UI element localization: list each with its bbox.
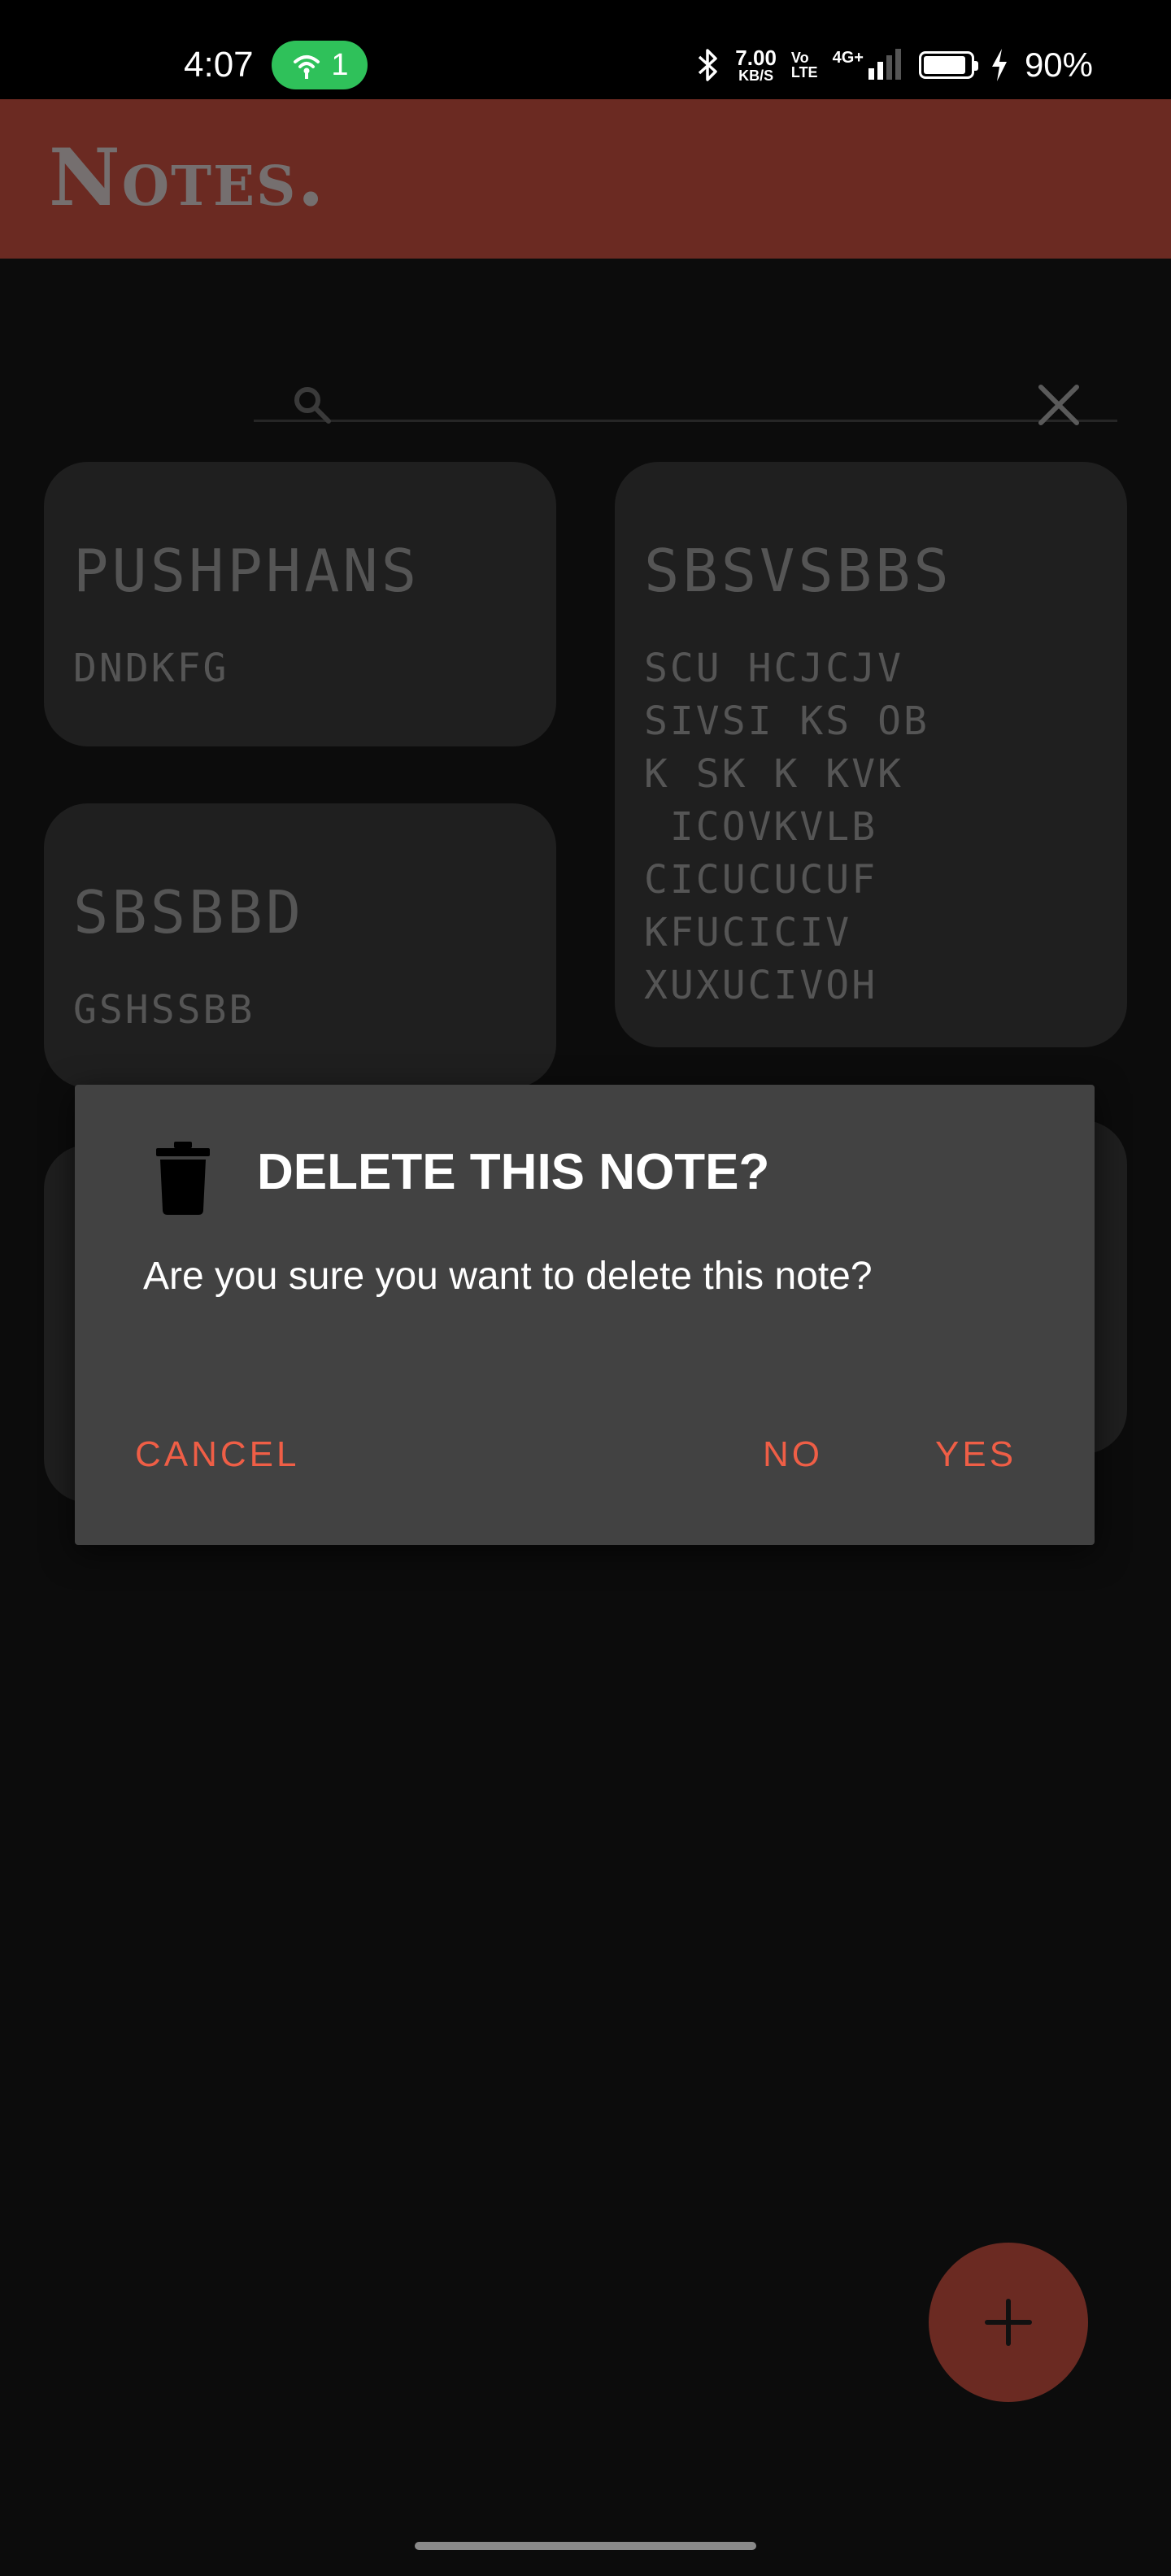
battery-icon — [918, 51, 978, 79]
net-speed: 7.00 KB/S — [735, 47, 777, 83]
home-indicator[interactable] — [415, 2542, 756, 2550]
note-body: SCU HCJCJV SIVSI KS OB K SK K KVK ICOVKV… — [644, 646, 929, 1008]
no-button[interactable]: NO — [763, 1434, 823, 1475]
delete-note-dialog: DELETE THIS NOTE? Are you sure you want … — [75, 1085, 1095, 1545]
note-card[interactable]: SBSBBD GSHSSBB — [44, 803, 556, 1088]
status-time: 4:07 — [184, 45, 254, 85]
search-icon — [294, 387, 331, 424]
dialog-message: Are you sure you want to delete this not… — [143, 1255, 873, 1298]
note-title: PUSHPHANS — [73, 537, 420, 605]
status-icons: 7.00 KB/S Vo LTE 4G+ 90% — [696, 42, 1093, 88]
net-speed-value: 7.00 — [735, 46, 777, 70]
hotspot-indicator[interactable]: 1 — [272, 41, 368, 89]
hotspot-icon — [294, 55, 320, 79]
volte-indicator: Vo LTE — [791, 50, 818, 80]
cancel-button[interactable]: CANCEL — [135, 1434, 300, 1475]
bluetooth-icon — [699, 49, 718, 81]
volte-bottom: LTE — [790, 64, 818, 80]
network-type: 4G+ — [833, 49, 904, 81]
add-note-button[interactable] — [929, 2243, 1088, 2402]
note-body: DNDKFG — [73, 646, 229, 691]
search-input[interactable] — [351, 389, 1005, 439]
volte-top: Vo — [790, 50, 809, 66]
plus-icon — [985, 2299, 1032, 2346]
status-bar: 4:07 1 7.00 KB/S Vo LTE 4G+ 90% — [0, 0, 1171, 99]
hotspot-count: 1 — [331, 47, 349, 82]
note-card[interactable]: SBSVSBBS SCU HCJCJV SIVSI KS OB K SK K K… — [615, 462, 1127, 1047]
battery-percent: 90% — [1024, 46, 1093, 84]
note-title: SBSBBD — [73, 878, 305, 946]
search-bar — [254, 311, 1117, 439]
network-type-label: 4G+ — [832, 49, 864, 67]
yes-button[interactable]: YES — [935, 1434, 1016, 1475]
app-bar: Notes. — [0, 99, 1171, 259]
trash-icon — [156, 1142, 210, 1215]
note-title: SBSVSBBS — [644, 537, 952, 605]
app-title: Notes. — [49, 132, 326, 224]
close-icon[interactable] — [1033, 379, 1085, 431]
note-body: GSHSSBB — [73, 987, 255, 1033]
signal-icon — [868, 49, 901, 80]
dialog-title: DELETE THIS NOTE? — [257, 1144, 770, 1200]
charging-icon — [991, 49, 1007, 81]
net-speed-unit: KB/S — [738, 67, 774, 84]
note-card[interactable]: PUSHPHANS DNDKFG — [44, 462, 556, 746]
